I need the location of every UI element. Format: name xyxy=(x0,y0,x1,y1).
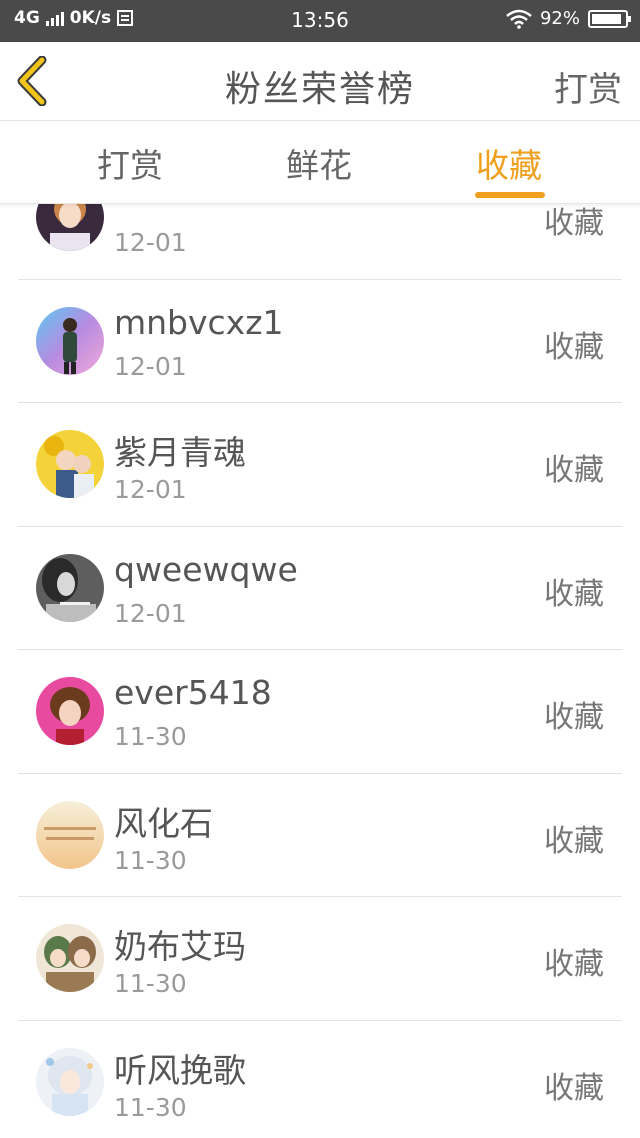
wifi-icon xyxy=(506,9,532,29)
user-name: 风化石 xyxy=(114,803,213,843)
app-screen: 4G 0K/s 13:56 92% 粉丝荣誉榜 打赏 打赏 鲜花 收藏 12-0… xyxy=(0,0,640,1138)
list-item[interactable]: ever5418 11-30 收藏 xyxy=(18,650,622,774)
status-right: 92% xyxy=(506,8,631,29)
item-date: 12-01 xyxy=(114,351,187,381)
action-label: 收藏 xyxy=(544,576,604,612)
reward-header-button[interactable]: 打赏 xyxy=(554,62,622,111)
item-date: 11-30 xyxy=(114,969,187,998)
status-bar: 4G 0K/s 13:56 92% xyxy=(0,0,640,42)
avatar xyxy=(36,430,104,498)
app-header: 粉丝荣誉榜 打赏 xyxy=(0,42,640,121)
item-date: 11-30 xyxy=(114,845,187,875)
tab-favorites[interactable]: 收藏 xyxy=(476,139,542,187)
list-item[interactable]: qweewqwe 12-01 收藏 xyxy=(18,527,622,650)
action-label: 收藏 xyxy=(544,823,604,859)
tab-reward[interactable]: 打赏 xyxy=(97,139,163,187)
user-name: 听风挽歌 xyxy=(114,1050,246,1090)
avatar xyxy=(36,306,104,375)
battery-fill xyxy=(592,13,622,24)
item-date: 12-01 xyxy=(114,228,187,257)
avatar xyxy=(36,553,104,622)
avatar xyxy=(36,800,104,869)
fan-list: 12-01 收藏 mnbvcxz1 12-01 收藏 紫月青魂 12-01 收藏… xyxy=(18,156,622,1138)
action-label: 收藏 xyxy=(544,700,604,735)
active-tab-indicator xyxy=(475,192,545,198)
tab-flowers[interactable]: 鲜花 xyxy=(286,139,352,187)
user-name: 奶布艾玛 xyxy=(114,927,246,966)
item-date: 11-30 xyxy=(114,722,187,751)
item-date: 12-01 xyxy=(114,598,187,628)
action-label: 收藏 xyxy=(544,1070,604,1106)
list-item[interactable]: 奶布艾玛 11-30 收藏 xyxy=(18,897,622,1021)
action-label: 收藏 xyxy=(544,206,604,241)
avatar xyxy=(36,677,104,745)
page-title: 粉丝荣誉榜 xyxy=(224,69,415,110)
item-date: 11-30 xyxy=(114,1092,187,1122)
user-name: mnbvcxz1 xyxy=(114,302,284,342)
list-item[interactable]: 听风挽歌 11-30 收藏 xyxy=(18,1021,622,1138)
battery-percent: 92% xyxy=(539,8,580,29)
action-label: 收藏 xyxy=(544,947,604,982)
list-item[interactable]: 紫月青魂 12-01 收藏 xyxy=(18,403,622,527)
action-label: 收藏 xyxy=(544,453,604,488)
user-name: ever5418 xyxy=(114,673,272,712)
list-item[interactable]: 风化石 11-30 收藏 xyxy=(18,774,622,897)
tab-bar: 打赏 鲜花 收藏 xyxy=(0,121,640,204)
user-name: qweewqwe xyxy=(114,549,298,589)
list-item[interactable]: mnbvcxz1 12-01 收藏 xyxy=(18,280,622,403)
action-label: 收藏 xyxy=(544,329,604,365)
avatar xyxy=(36,924,104,992)
battery-icon xyxy=(588,9,631,28)
item-date: 12-01 xyxy=(114,475,187,504)
avatar xyxy=(36,1047,104,1116)
user-name: 紫月青魂 xyxy=(114,433,246,472)
